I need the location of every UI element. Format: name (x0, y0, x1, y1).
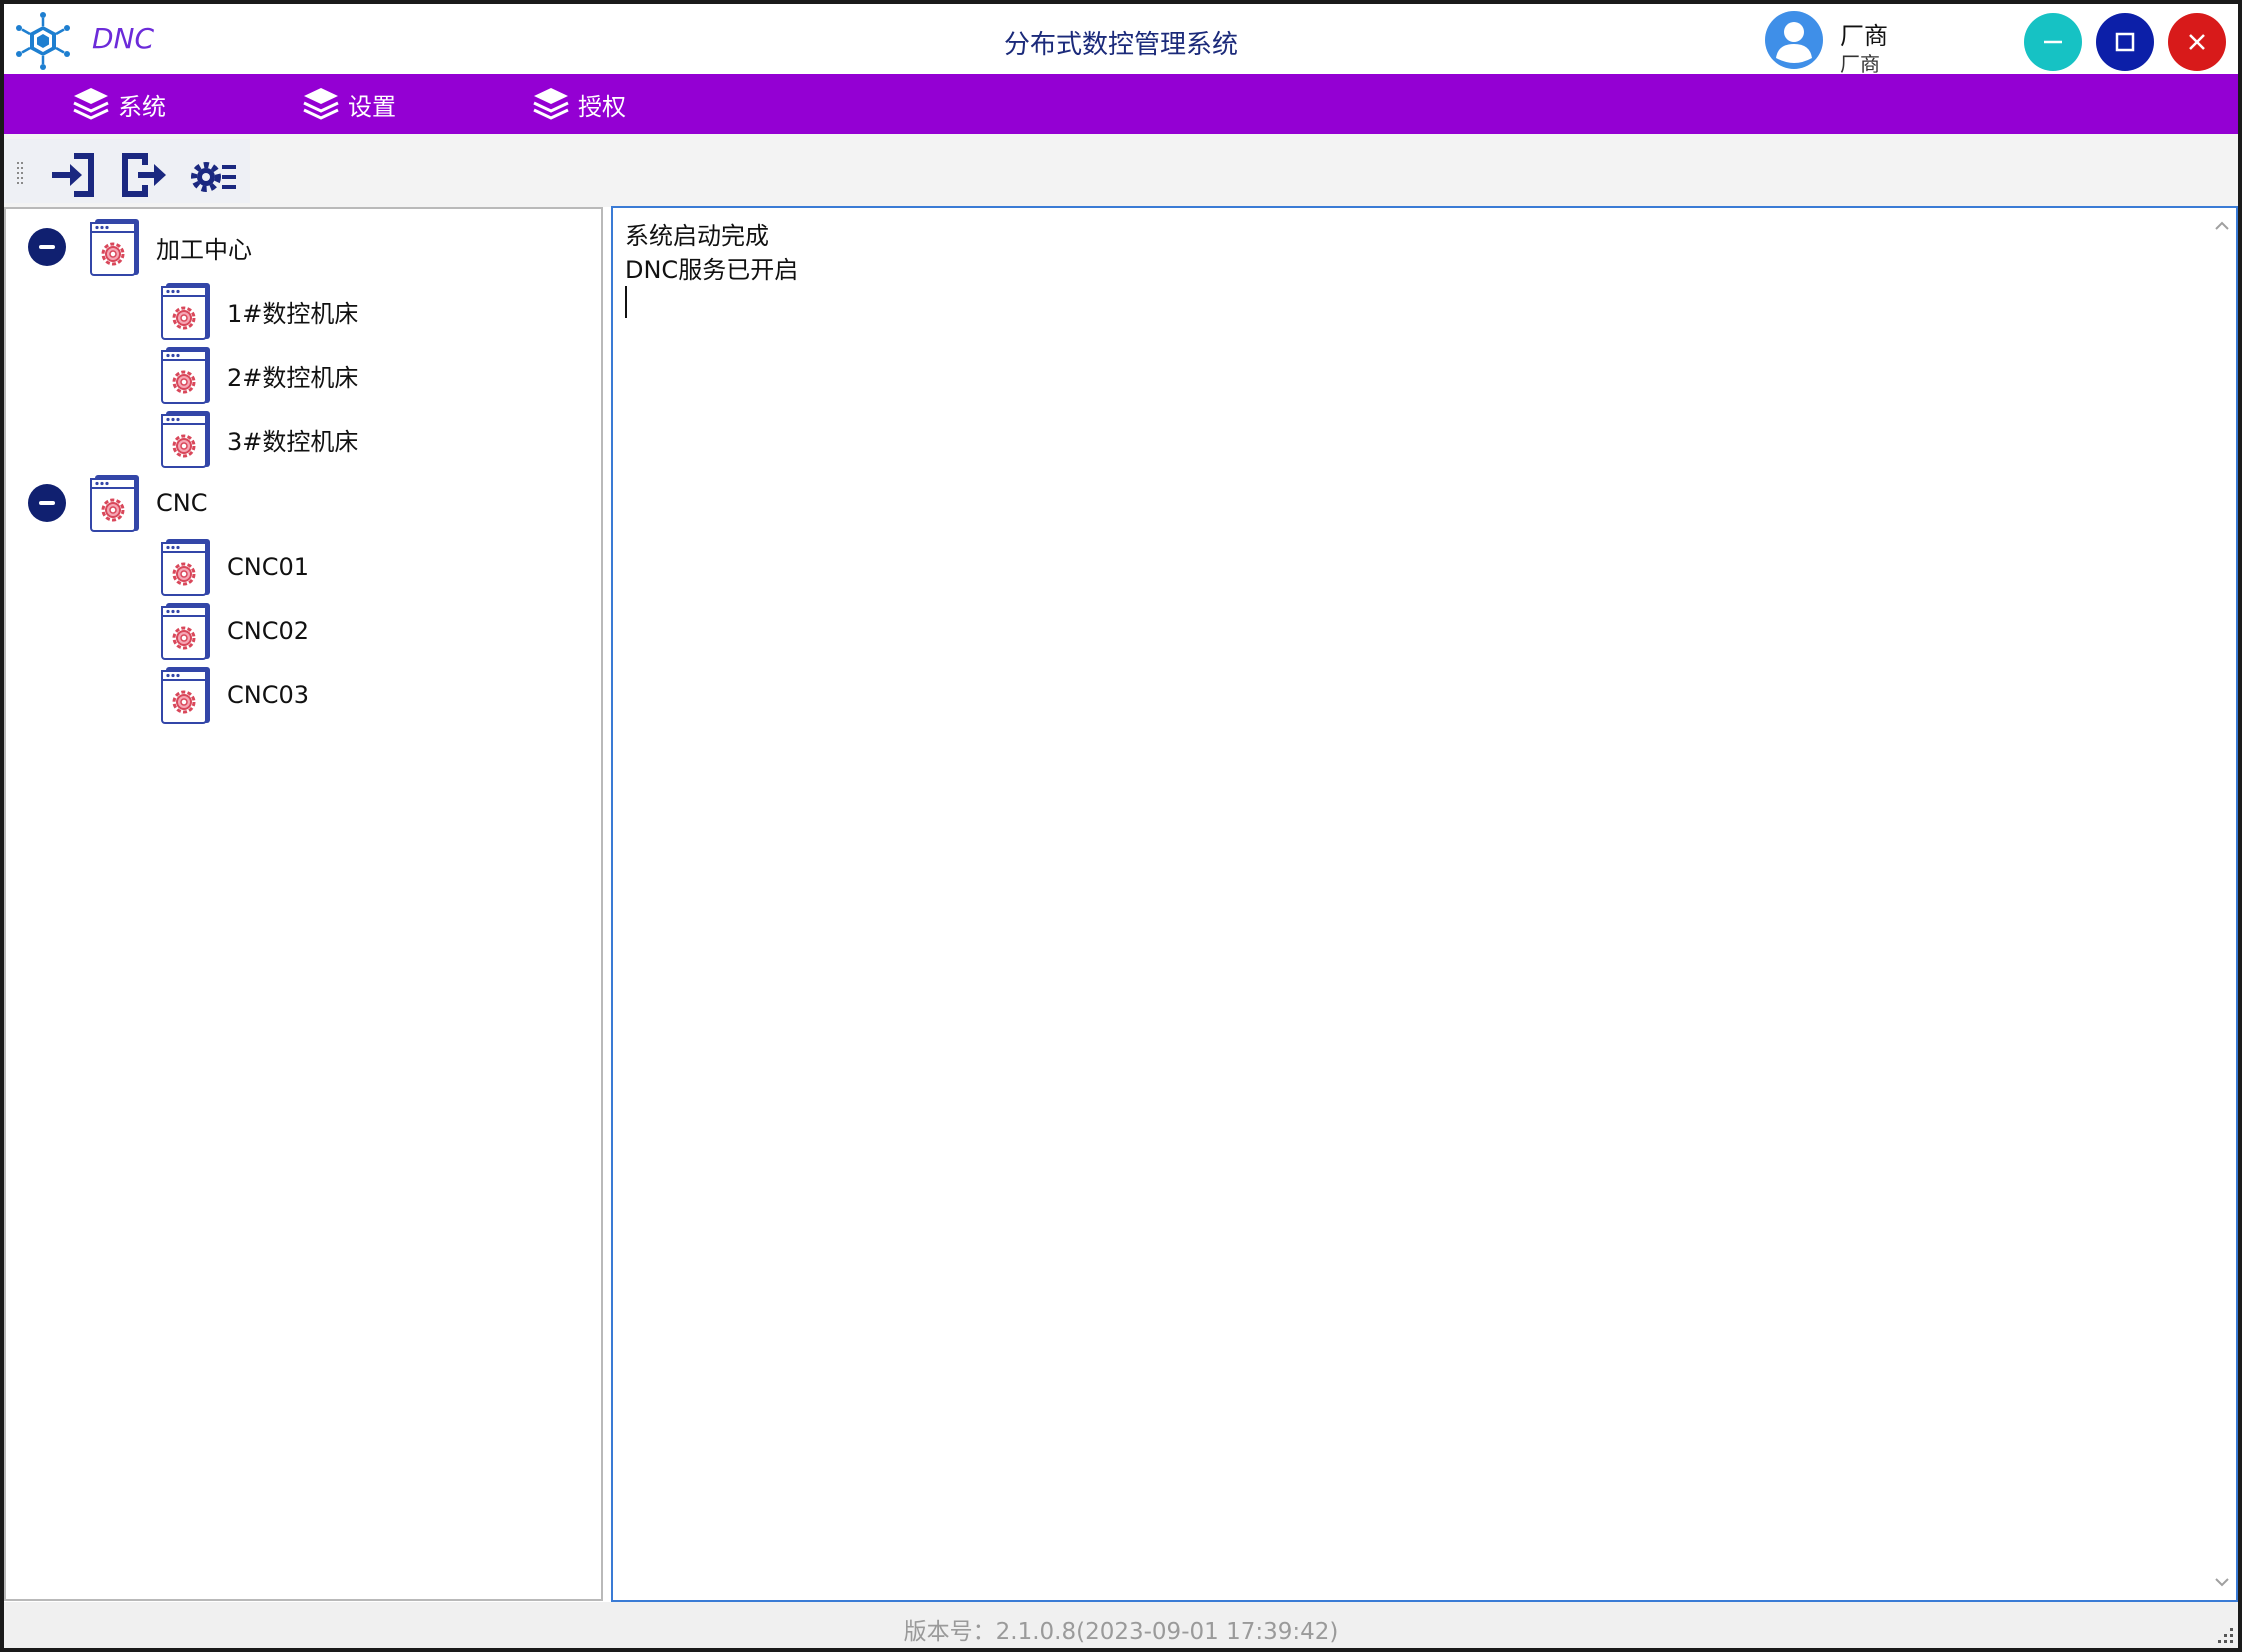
tree-group-machining-center[interactable]: 加工中心 (86, 216, 252, 278)
machine-icon (160, 601, 212, 661)
minimize-icon (2044, 40, 2062, 44)
tree-collapse-toggle[interactable] (28, 484, 66, 522)
layers-icon (73, 88, 109, 120)
toolbar (4, 134, 2238, 207)
menu-item-settings[interactable]: 设置 (300, 84, 396, 124)
device-tree[interactable]: 加工中心 1#数控机床 2#数控机床 3#数控机床 CNC CNC01 CNC0… (4, 207, 603, 1601)
user-avatar-icon[interactable] (1764, 10, 1824, 70)
toolbar-grip-icon[interactable] (16, 161, 24, 185)
machine-icon (160, 409, 212, 469)
close-button[interactable] (2168, 13, 2226, 71)
toolbar-group (4, 139, 250, 203)
user-name: 厂商 (1840, 22, 1888, 50)
text-caret (625, 286, 627, 318)
machine-icon (89, 473, 141, 533)
menu-item-license[interactable]: 授权 (530, 84, 626, 124)
tree-item-label: CNC02 (227, 617, 310, 645)
maximize-button[interactable] (2096, 13, 2154, 71)
resize-grip-icon[interactable] (2212, 1622, 2236, 1646)
tree-item-label: CNC03 (227, 681, 310, 709)
scroll-down-icon[interactable] (2212, 1572, 2232, 1592)
version-label: 版本号：2.1.0.8(2023-09-01 17:39:42) (903, 1619, 1339, 1645)
menu-label-settings: 设置 (348, 92, 396, 121)
settings-button[interactable] (186, 147, 242, 203)
tree-group-label: 加工中心 (156, 235, 252, 264)
log-scrollbar[interactable] (2208, 208, 2236, 1600)
tree-collapse-toggle[interactable] (28, 228, 66, 266)
tree-item[interactable]: 3#数控机床 (157, 408, 358, 470)
tree-group-cnc[interactable]: CNC (86, 472, 207, 534)
machine-icon (160, 537, 212, 597)
scroll-up-icon[interactable] (2212, 216, 2232, 236)
window-title: 分布式数控管理系统 (1003, 30, 1238, 60)
machine-icon (89, 217, 141, 277)
machine-icon (160, 345, 212, 405)
tree-item[interactable]: CNC01 (157, 536, 309, 598)
tree-item[interactable]: 2#数控机床 (157, 344, 358, 406)
tree-item[interactable]: 1#数控机床 (157, 280, 358, 342)
menu-label-system: 系统 (118, 92, 166, 121)
tree-item-label: 1#数控机床 (227, 299, 359, 328)
tree-item-label: 3#数控机床 (227, 427, 359, 456)
tree-group-label: CNC (156, 489, 208, 517)
menu-label-license: 授权 (578, 92, 626, 121)
log-textarea[interactable]: 系统启动完成 DNC服务已开启 (611, 206, 2238, 1602)
log-line: 系统启动完成 (625, 222, 769, 250)
tree-item[interactable]: CNC03 (157, 664, 309, 726)
title-bar[interactable]: DNC 分布式数控管理系统 厂商 厂商 (4, 4, 2238, 76)
app-window: DNC 分布式数控管理系统 厂商 厂商 系统 设置 授权 加工中心 1#数控机床… (4, 4, 2238, 1648)
log-line: DNC服务已开启 (625, 256, 799, 284)
tree-item[interactable]: CNC02 (157, 600, 309, 662)
user-role: 厂商 (1840, 52, 1880, 76)
menu-bar: 系统 设置 授权 (4, 74, 2238, 134)
logout-icon (122, 153, 166, 197)
status-bar: 版本号：2.1.0.8(2023-09-01 17:39:42) (4, 1602, 2238, 1648)
tree-item-label: 2#数控机床 (227, 363, 359, 392)
login-icon (52, 153, 94, 197)
menu-item-system[interactable]: 系统 (70, 84, 166, 124)
login-button[interactable] (46, 147, 102, 203)
tree-item-label: CNC01 (227, 553, 310, 581)
minimize-button[interactable] (2024, 13, 2082, 71)
machine-icon (160, 281, 212, 341)
close-icon (2189, 34, 2205, 50)
layers-icon (533, 88, 569, 120)
maximize-icon (2115, 32, 2135, 52)
machine-icon (160, 665, 212, 725)
settings-list-icon (191, 162, 236, 192)
logout-button[interactable] (116, 147, 172, 203)
layers-icon (303, 88, 339, 120)
